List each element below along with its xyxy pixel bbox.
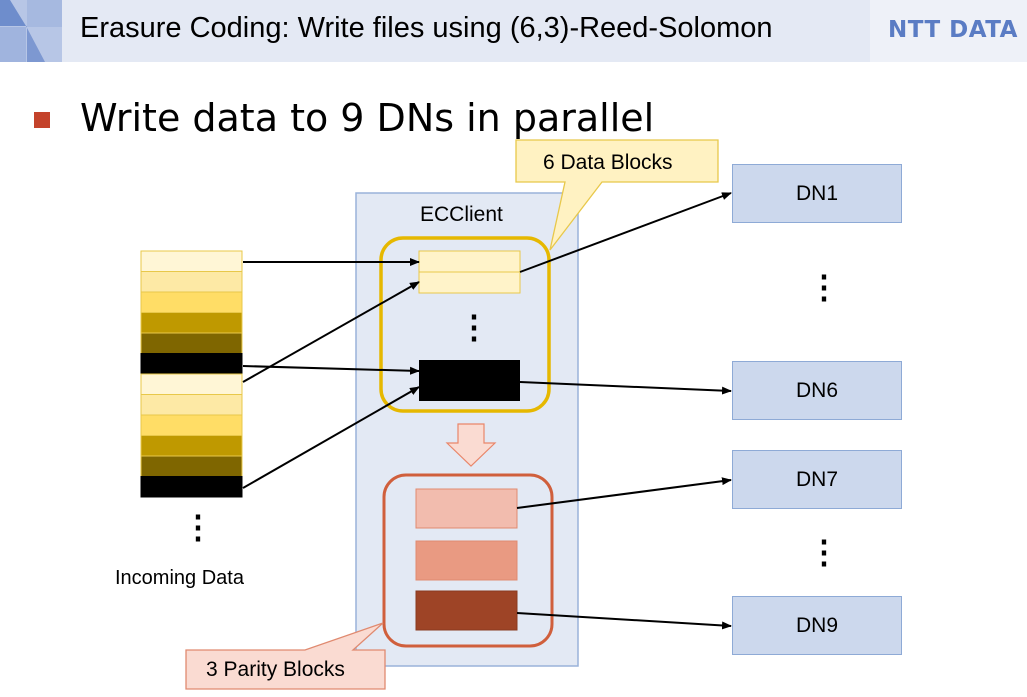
data-ellipsis: ⋮ [458, 309, 490, 345]
datanode-dn7: DN7 [732, 450, 902, 509]
dn-ellipsis-upper: ⋮ [808, 269, 840, 305]
incoming-data-label: Incoming Data [115, 567, 244, 589]
incoming-data-stripe [140, 250, 243, 272]
incoming-data-stack [140, 250, 243, 498]
incoming-data-stripe [140, 435, 243, 457]
incoming-ellipsis: ⋮ [182, 509, 214, 545]
datanode-dn9: DN9 [732, 596, 902, 655]
dn-ellipsis-lower: ⋮ [808, 534, 840, 570]
data-block-first-b [418, 271, 521, 294]
parity-blocks-callout: 3 Parity Blocks [206, 658, 345, 681]
incoming-data-stripe [140, 271, 243, 293]
incoming-data-stripe [140, 291, 243, 313]
ec-write-diagram [140, 139, 732, 690]
ecclient-label: ECClient [420, 203, 503, 226]
parity-block-3 [415, 590, 518, 631]
data-block-last [419, 360, 520, 401]
parity-block-2 [415, 540, 518, 581]
data-blocks-callout: 6 Data Blocks [543, 151, 673, 174]
incoming-data-stripe [140, 312, 243, 334]
incoming-data-stripe [140, 394, 243, 416]
incoming-data-stripe [140, 476, 243, 498]
incoming-data-stripe [140, 353, 243, 375]
incoming-data-stripe [140, 332, 243, 354]
datanode-dn1: DN1 [732, 164, 902, 223]
incoming-data-stripe [140, 455, 243, 477]
incoming-data-stripe [140, 414, 243, 436]
data-block-first-a [418, 250, 521, 273]
parity-block-1 [415, 488, 518, 529]
datanode-dn6: DN6 [732, 361, 902, 420]
incoming-data-stripe [140, 373, 243, 395]
